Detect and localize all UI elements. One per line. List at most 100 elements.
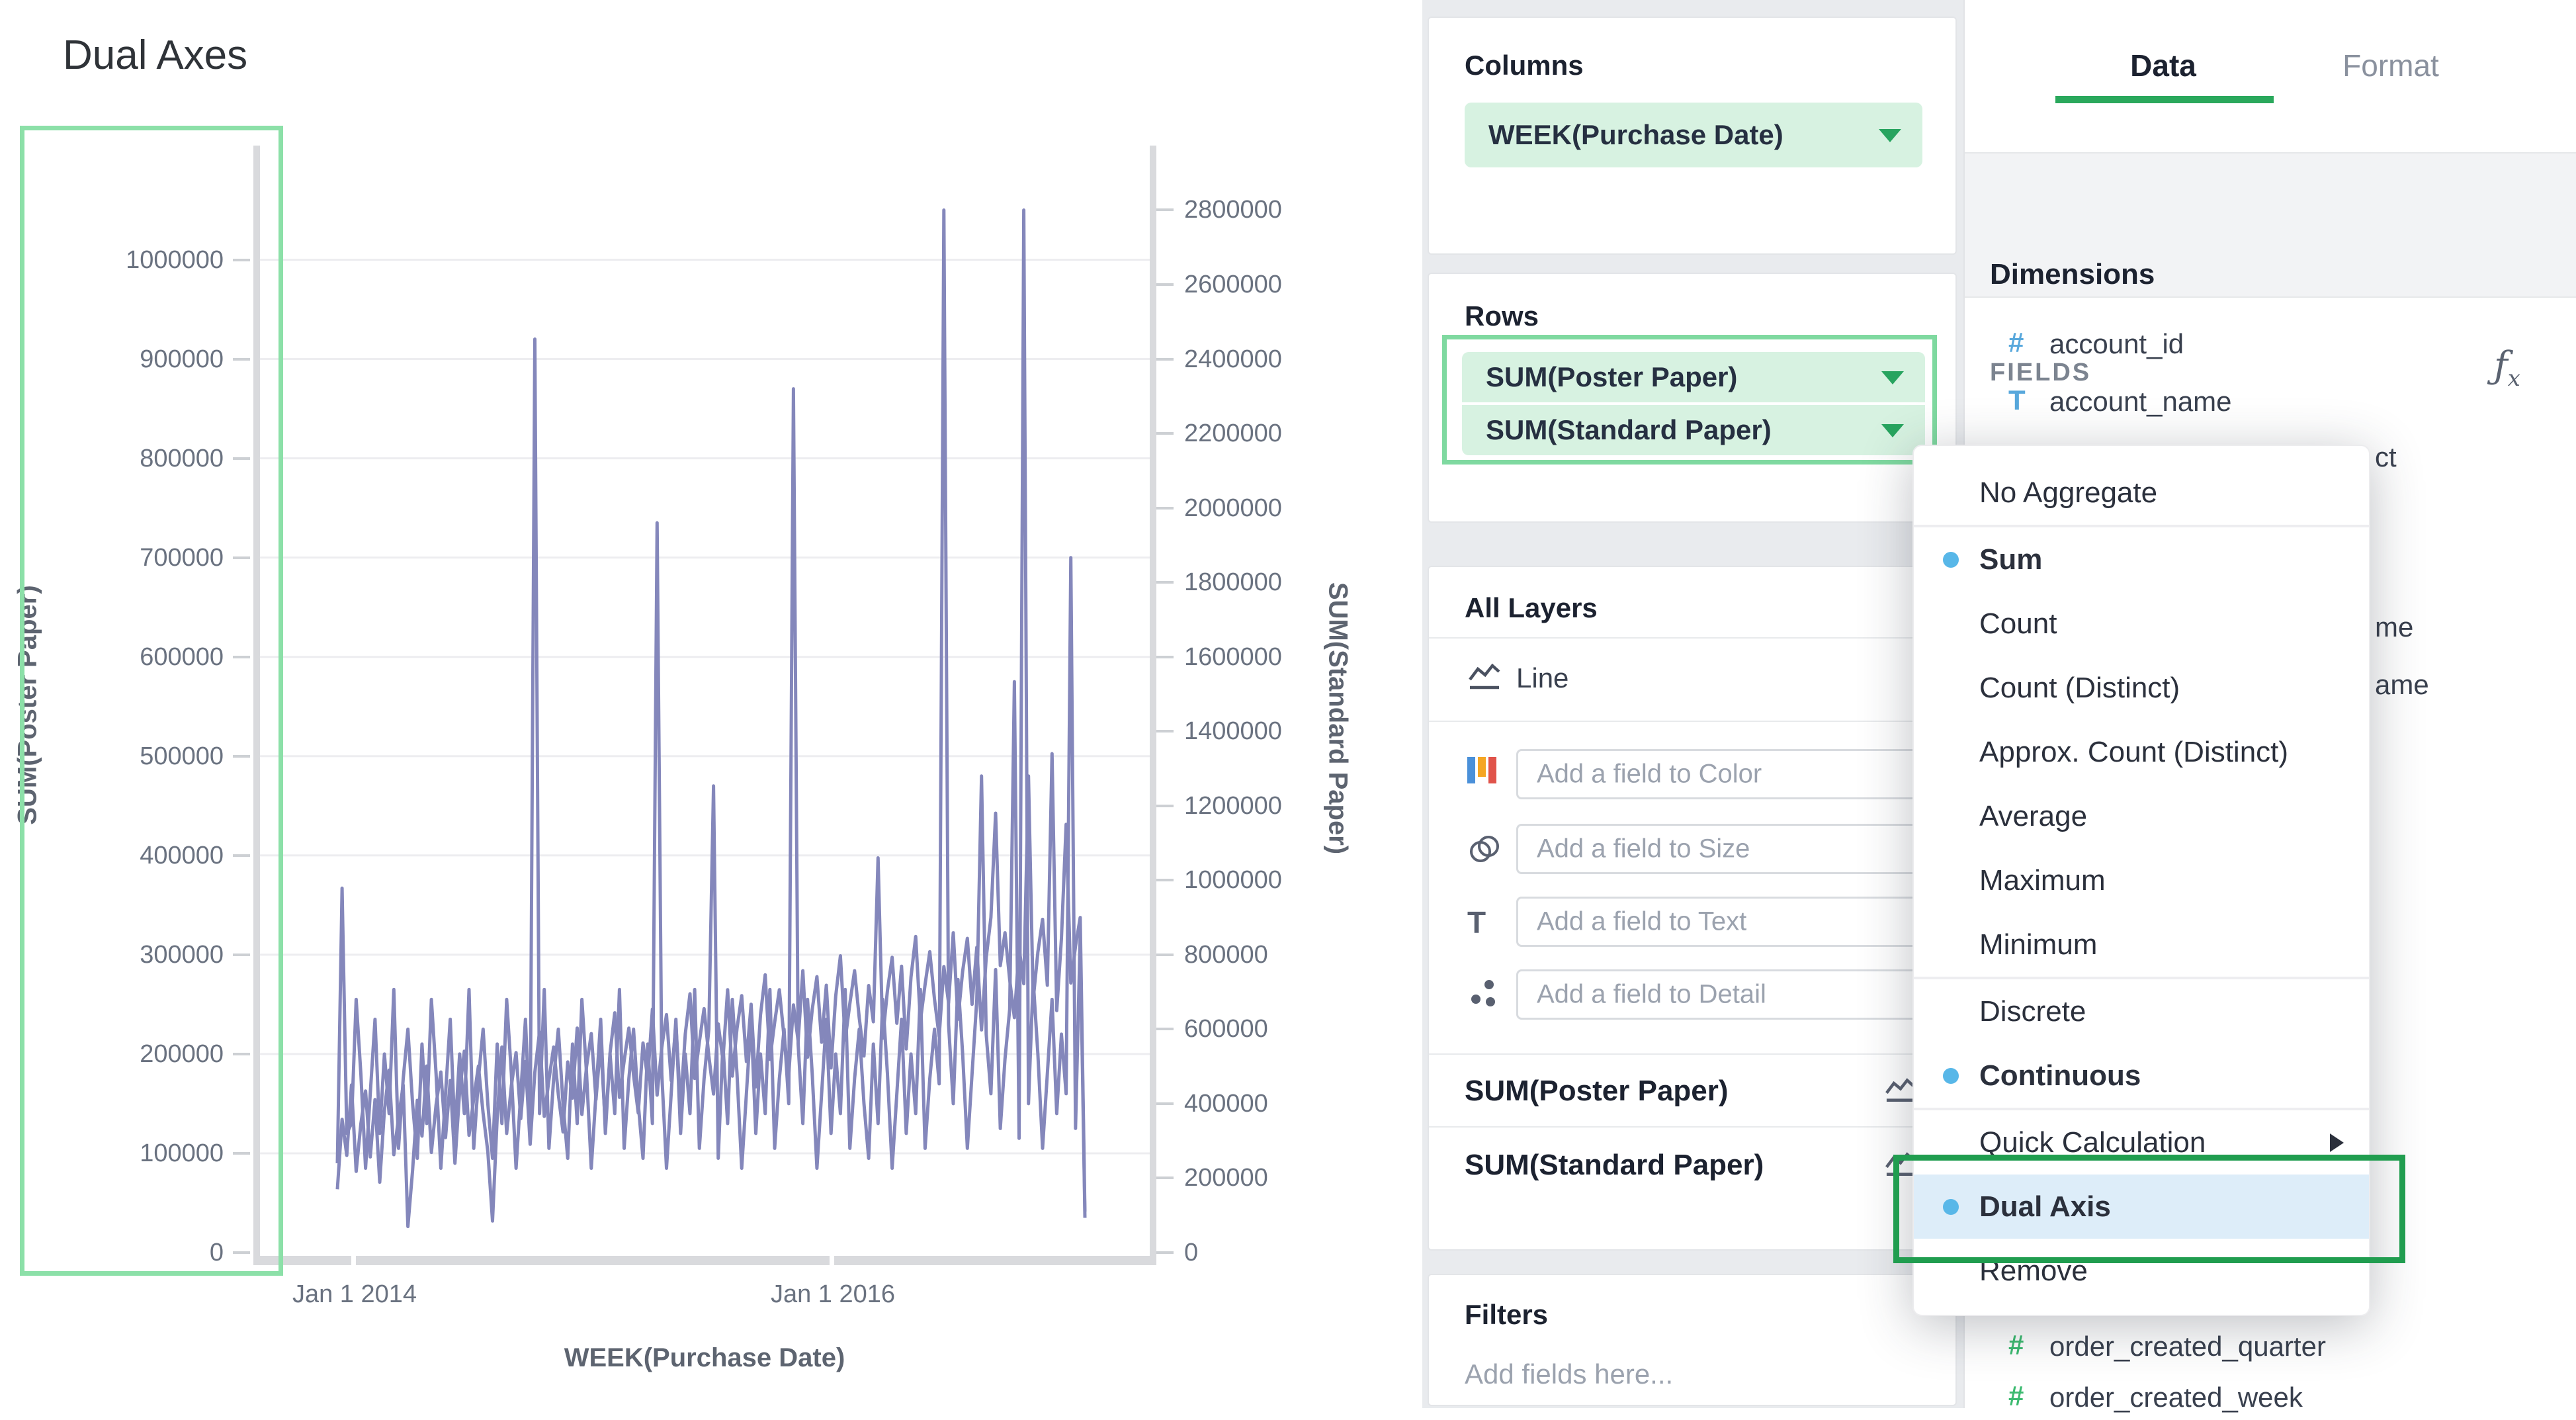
rows-field-pill-label: SUM(Standard Paper) bbox=[1486, 414, 1772, 446]
menu-item-count-distinct-[interactable]: Count (Distinct) bbox=[1914, 656, 2369, 720]
axis-tick-mark bbox=[1156, 805, 1174, 807]
axis-tick-mark bbox=[1156, 656, 1174, 658]
right-axis-scrollbar[interactable] bbox=[1150, 146, 1156, 1256]
axis-tick-label: 800000 bbox=[25, 441, 224, 476]
chart-canvas: Dual Axes 010000020000030000040000050000… bbox=[0, 0, 1422, 1408]
field-slot-input[interactable]: Add a field to Color bbox=[1516, 749, 1940, 799]
axis-tick-mark bbox=[233, 854, 250, 857]
axis-tick-mark bbox=[233, 259, 250, 261]
menu-item-minimum[interactable]: Minimum bbox=[1914, 912, 2369, 977]
selected-dot-icon bbox=[1943, 1068, 1959, 1084]
measure-row-label: SUM(Standard Paper) bbox=[1465, 1149, 1764, 1182]
menu-item-average[interactable]: Average bbox=[1914, 784, 2369, 848]
chevron-down-icon[interactable] bbox=[1881, 424, 1904, 437]
axis-tick-mark bbox=[1156, 879, 1174, 881]
menu-item-label: Approx. Count (Distinct) bbox=[1979, 736, 2288, 769]
x-axis-tick-notch bbox=[830, 1256, 834, 1265]
measure-row-label: SUM(Poster Paper) bbox=[1465, 1075, 1729, 1108]
x-axis-scrollbar[interactable] bbox=[253, 1256, 1156, 1265]
number-icon: # bbox=[2008, 1380, 2024, 1412]
all-layers-card-title: All Layers bbox=[1465, 592, 1598, 624]
menu-item-label: No Aggregate bbox=[1979, 476, 2157, 510]
selected-dot-icon bbox=[1943, 1199, 1959, 1215]
measure-row[interactable]: SUM(Standard Paper) bbox=[1429, 1126, 1955, 1199]
rows-field-pill[interactable]: SUM(Standard Paper) bbox=[1462, 405, 1925, 455]
occluded-field-fragment: me bbox=[2375, 611, 2413, 643]
occluded-field-fragment: ame bbox=[2375, 669, 2429, 701]
axis-tick-mark bbox=[1156, 1251, 1174, 1254]
menu-item-maximum[interactable]: Maximum bbox=[1914, 848, 2369, 912]
menu-item-label: Continuous bbox=[1979, 1059, 2141, 1092]
axis-tick-mark bbox=[1156, 954, 1174, 956]
detail-dots-icon bbox=[1467, 977, 1502, 1012]
tab-data[interactable]: Data bbox=[2064, 48, 2262, 83]
dimension-item[interactable]: Taccount_name bbox=[1965, 384, 2576, 424]
chevron-down-icon[interactable] bbox=[1879, 129, 1901, 142]
axis-tick-label: 500000 bbox=[25, 738, 224, 774]
field-slot-input[interactable]: Add a field to Detail bbox=[1516, 969, 1940, 1020]
field-slot-placeholder: Add a field to Text bbox=[1537, 907, 1746, 937]
axis-tick-mark bbox=[1156, 507, 1174, 510]
occluded-field-fragment: ct bbox=[2375, 441, 2397, 473]
x-axis-title: WEEK(Purchase Date) bbox=[539, 1343, 870, 1373]
axis-tick-label: 1400000 bbox=[1184, 713, 1396, 749]
axis-tick-label: 200000 bbox=[25, 1036, 224, 1072]
axis-tick-mark bbox=[233, 1053, 250, 1055]
field-slot-row: TAdd a field to Text bbox=[1429, 897, 1955, 947]
line-chart-icon[interactable] bbox=[1884, 1077, 1916, 1105]
rows-card: Rows SUM(Poster Paper) SUM(Standard Pape… bbox=[1428, 273, 1957, 523]
filters-placeholder[interactable]: Add fields here... bbox=[1465, 1358, 1673, 1390]
rows-field-pill[interactable]: SUM(Poster Paper) bbox=[1462, 352, 1925, 402]
axis-tick-mark bbox=[1156, 208, 1174, 211]
chevron-down-icon[interactable] bbox=[1881, 371, 1904, 384]
menu-item-no-aggregate[interactable]: No Aggregate bbox=[1914, 461, 2369, 525]
menu-item-label: Minimum bbox=[1979, 928, 2097, 961]
field-slot-placeholder: Add a field to Color bbox=[1537, 760, 1762, 789]
menu-item-remove[interactable]: Remove bbox=[1914, 1239, 2369, 1303]
axis-tick-label: 0 bbox=[1184, 1235, 1396, 1270]
field-slot-input[interactable]: Add a field to Text bbox=[1516, 897, 1940, 947]
columns-card: Columns WEEK(Purchase Date) bbox=[1428, 17, 1957, 255]
line-chart-icon[interactable] bbox=[1884, 1151, 1916, 1179]
menu-item-continuous[interactable]: Continuous bbox=[1914, 1043, 2369, 1108]
all-layers-card: All Layers Line Add a field to Color Add … bbox=[1428, 566, 1957, 1251]
chart-type-label: Line bbox=[1516, 662, 1568, 694]
menu-item-label: Quick Calculation bbox=[1979, 1126, 2206, 1159]
axis-tick-label: 100000 bbox=[25, 1135, 224, 1171]
menu-item-discrete[interactable]: Discrete bbox=[1914, 979, 2369, 1043]
left-axis-scrollbar[interactable] bbox=[253, 146, 260, 1256]
dimension-item[interactable]: #account_id bbox=[1965, 327, 2576, 367]
menu-item-quick-calculation[interactable]: Quick Calculation bbox=[1914, 1110, 2369, 1175]
axis-tick-label: 2600000 bbox=[1184, 267, 1396, 302]
field-slot-input[interactable]: Add a field to Size bbox=[1516, 824, 1940, 874]
measure-row[interactable]: SUM(Poster Paper) bbox=[1429, 1053, 1955, 1126]
tab-format[interactable]: Format bbox=[2292, 48, 2490, 83]
axis-tick-mark bbox=[1156, 1176, 1174, 1179]
menu-item-label: Dual Axis bbox=[1979, 1190, 2111, 1223]
dimension-item[interactable]: #order_created_quarter bbox=[1965, 1329, 2576, 1369]
active-tab-indicator bbox=[2055, 96, 2274, 103]
axis-tick-mark bbox=[233, 457, 250, 460]
axis-tick-label: 0 bbox=[25, 1235, 224, 1270]
dimension-item[interactable]: #order_created_week bbox=[1965, 1380, 2576, 1420]
axis-tick-mark bbox=[1156, 730, 1174, 732]
axis-tick-label: 2000000 bbox=[1184, 490, 1396, 526]
menu-item-dual-axis[interactable]: Dual Axis bbox=[1914, 1175, 2369, 1239]
axis-tick-label: 800000 bbox=[1184, 937, 1396, 973]
menu-item-label: Count bbox=[1979, 607, 2057, 641]
axis-tick-mark bbox=[233, 1251, 250, 1254]
axis-tick-label: 1800000 bbox=[1184, 564, 1396, 600]
menu-item-count[interactable]: Count bbox=[1914, 592, 2369, 656]
filters-card-title: Filters bbox=[1465, 1299, 1548, 1331]
columns-field-pill[interactable]: WEEK(Purchase Date) bbox=[1465, 103, 1922, 167]
menu-item-sum[interactable]: Sum bbox=[1914, 527, 2369, 592]
chart-type-row[interactable]: Line bbox=[1429, 637, 1955, 721]
axis-tick-mark bbox=[1156, 1102, 1174, 1105]
menu-item-approx-count-distinct-[interactable]: Approx. Count (Distinct) bbox=[1914, 720, 2369, 784]
axis-tick-label: 2200000 bbox=[1184, 416, 1396, 451]
field-slot-placeholder: Add a field to Size bbox=[1537, 834, 1750, 864]
axis-tick-label: 900000 bbox=[25, 341, 224, 377]
menu-item-label: Average bbox=[1979, 800, 2087, 833]
axis-tick-label: 600000 bbox=[1184, 1011, 1396, 1047]
axis-tick-mark bbox=[233, 954, 250, 956]
